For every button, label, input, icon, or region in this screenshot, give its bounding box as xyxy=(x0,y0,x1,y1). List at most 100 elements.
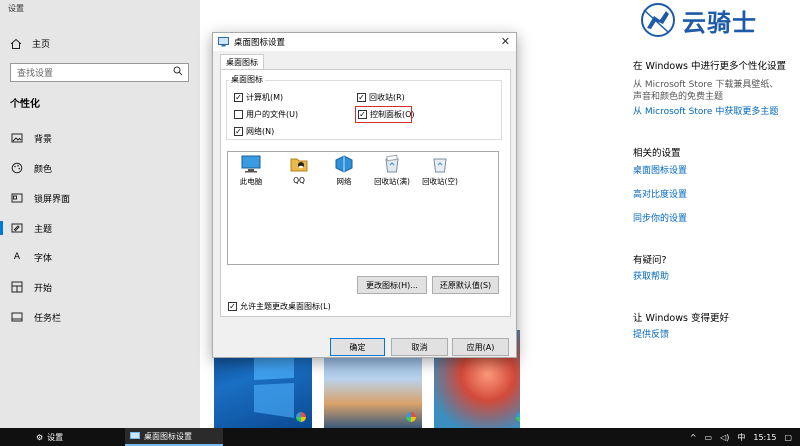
icon-item-qq[interactable]: QQ xyxy=(276,154,322,185)
checkbox-computer[interactable]: ✓ 计算机(M) xyxy=(234,92,283,103)
group-label: 桌面图标 xyxy=(229,74,265,85)
rp-heading-question: 有疑问? xyxy=(633,255,667,266)
app-title: 设置 xyxy=(8,4,24,13)
checkbox-allow-theme[interactable]: ✓ 允许主题更改桌面图标(L) xyxy=(228,301,331,312)
taskbar-item-dialog[interactable]: 桌面图标设置 xyxy=(125,428,223,446)
icon-label: 回收站(空) xyxy=(422,177,458,186)
system-tray: ^ ▭ ◁) 中 15:15 ▢ xyxy=(690,428,792,446)
close-icon[interactable]: ✕ xyxy=(501,35,510,48)
restore-default-button[interactable]: 还原默认值(S) xyxy=(432,276,499,294)
chevron-up-icon[interactable]: ^ xyxy=(690,433,697,442)
nav-item-label: 颜色 xyxy=(34,164,53,175)
checkbox-label: 用户的文件(U) xyxy=(246,110,299,119)
icon-item-recycle-full[interactable]: 回收站(满) xyxy=(369,154,415,187)
color-wheel-icon xyxy=(296,412,306,422)
nav-item-start[interactable]: 开始 xyxy=(0,276,200,298)
monitor-icon xyxy=(218,37,229,47)
nav-item-label: 锁屏界面 xyxy=(34,194,71,205)
home-icon xyxy=(10,38,22,50)
change-icon-button[interactable]: 更改图标(H)... xyxy=(357,276,427,294)
nav-item-label: 字体 xyxy=(34,253,53,264)
nav-home-label: 主页 xyxy=(32,40,51,50)
search-placeholder: 查找设置 xyxy=(17,69,54,79)
theme-icon xyxy=(11,222,23,234)
checkbox-network[interactable]: ✓ 网络(N) xyxy=(234,126,274,137)
color-wheel-icon xyxy=(406,412,416,422)
checkbox-user-files[interactable]: 用户的文件(U) xyxy=(234,109,298,120)
ok-button[interactable]: 确定 xyxy=(330,338,385,356)
dialog-titlebar[interactable]: 桌面图标设置 xyxy=(213,33,516,51)
nav-item-background[interactable]: 背景 xyxy=(0,127,200,149)
network-icon xyxy=(335,155,353,173)
section-heading: 个性化 xyxy=(10,99,40,110)
search-icon xyxy=(173,66,183,79)
nav-item-label: 任务栏 xyxy=(34,313,62,324)
icon-item-network[interactable]: 网络 xyxy=(321,154,367,187)
notification-icon[interactable]: ▢ xyxy=(784,433,792,442)
clock[interactable]: 15:15 xyxy=(753,433,776,442)
logo: 云骑士 xyxy=(638,2,757,38)
ime-indicator[interactable]: 中 xyxy=(737,432,745,443)
start-icon xyxy=(11,281,23,293)
icon-item-recycle-empty[interactable]: 回收站(空) xyxy=(417,154,463,187)
font-icon: A xyxy=(13,252,21,262)
palette-icon xyxy=(11,162,23,174)
checkmark-icon: ✓ xyxy=(228,301,237,311)
checkbox-label: 允许主题更改桌面图标(L) xyxy=(240,302,331,311)
taskbar-label: 设置 xyxy=(47,432,64,442)
volume-icon[interactable]: ◁) xyxy=(720,433,729,442)
rp-heading-personalize: 在 Windows 中进行更多个性化设置 xyxy=(633,61,786,72)
link-high-contrast[interactable]: 高对比度设置 xyxy=(633,187,687,200)
gear-icon: ⚙ xyxy=(36,432,44,442)
monitor-icon xyxy=(130,431,140,439)
nav-item-themes[interactable]: 主题 xyxy=(0,217,200,239)
nav-item-fonts[interactable]: A 字体 xyxy=(0,246,200,268)
nav-home[interactable]: 主页 xyxy=(10,37,50,50)
link-give-feedback[interactable]: 提供反馈 xyxy=(633,327,669,340)
logo-text: 云骑士 xyxy=(682,8,757,37)
recycle-bin-full-icon xyxy=(385,154,399,173)
icon-label: 回收站(满) xyxy=(374,177,410,186)
desktop-icon-list[interactable]: 此电脑 QQ 网络 回收站(满) 回收站(空) xyxy=(227,151,499,265)
recycle-bin-empty-icon xyxy=(433,158,447,173)
network-tray-icon[interactable]: ▭ xyxy=(705,433,713,442)
search-input[interactable]: 查找设置 xyxy=(10,63,189,82)
nav-item-label: 主题 xyxy=(34,224,53,235)
nav-item-lockscreen[interactable]: 锁屏界面 xyxy=(0,187,200,209)
link-get-more-themes[interactable]: 从 Microsoft Store 中获取更多主题 xyxy=(633,104,778,117)
checkbox-label: 计算机(M) xyxy=(246,93,284,102)
rp-desc-line2: 声音和颜色的免费主题 xyxy=(633,92,724,102)
rp-heading-feedback: 让 Windows 变得更好 xyxy=(633,313,729,324)
icon-label: 网络 xyxy=(336,177,352,186)
icon-item-this-pc[interactable]: 此电脑 xyxy=(228,154,274,187)
picture-icon xyxy=(11,132,23,144)
settings-sidebar: 设置 主页 查找设置 个性化 背景 颜色 锁屏界面 主题 A 字体 开始 任务栏 xyxy=(0,0,200,428)
link-sync-settings[interactable]: 同步你的设置 xyxy=(633,211,687,224)
apply-button[interactable]: 应用(A) xyxy=(452,338,509,356)
checkmark-icon: ✓ xyxy=(357,92,366,102)
nav-item-label: 开始 xyxy=(34,283,53,294)
highlight-box xyxy=(355,106,412,123)
checkbox-label: 回收站(R) xyxy=(369,93,405,102)
checkmark-icon: ✓ xyxy=(234,126,243,136)
icon-label: QQ xyxy=(293,176,305,185)
dialog-title: 桌面图标设置 xyxy=(234,38,286,48)
taskbar-icon xyxy=(11,311,23,323)
lockscreen-icon xyxy=(11,192,23,204)
nav-item-label: 背景 xyxy=(34,134,53,145)
checkmark-icon: ✓ xyxy=(234,92,243,102)
cancel-button[interactable]: 取消 xyxy=(391,338,448,356)
checkbox-recycle-bin[interactable]: ✓ 回收站(R) xyxy=(357,92,405,103)
nav-item-taskbar[interactable]: 任务栏 xyxy=(0,306,200,328)
tab-desktop-icons[interactable]: 桌面图标 xyxy=(220,54,264,69)
knight-logo-icon xyxy=(641,3,675,37)
taskbar-item-settings[interactable]: ⚙ 设置 xyxy=(32,428,67,446)
this-pc-icon xyxy=(241,155,261,173)
checkbox-label: 网络(N) xyxy=(246,127,275,136)
taskbar: ⚙ 设置 桌面图标设置 ^ ▭ ◁) 中 15:15 ▢ xyxy=(0,428,800,446)
link-desktop-icon-settings[interactable]: 桌面图标设置 xyxy=(633,163,687,176)
icon-label: 此电脑 xyxy=(239,177,263,186)
qq-folder-icon xyxy=(290,158,308,172)
link-get-help[interactable]: 获取帮助 xyxy=(633,269,669,282)
nav-item-colors[interactable]: 颜色 xyxy=(0,157,200,179)
